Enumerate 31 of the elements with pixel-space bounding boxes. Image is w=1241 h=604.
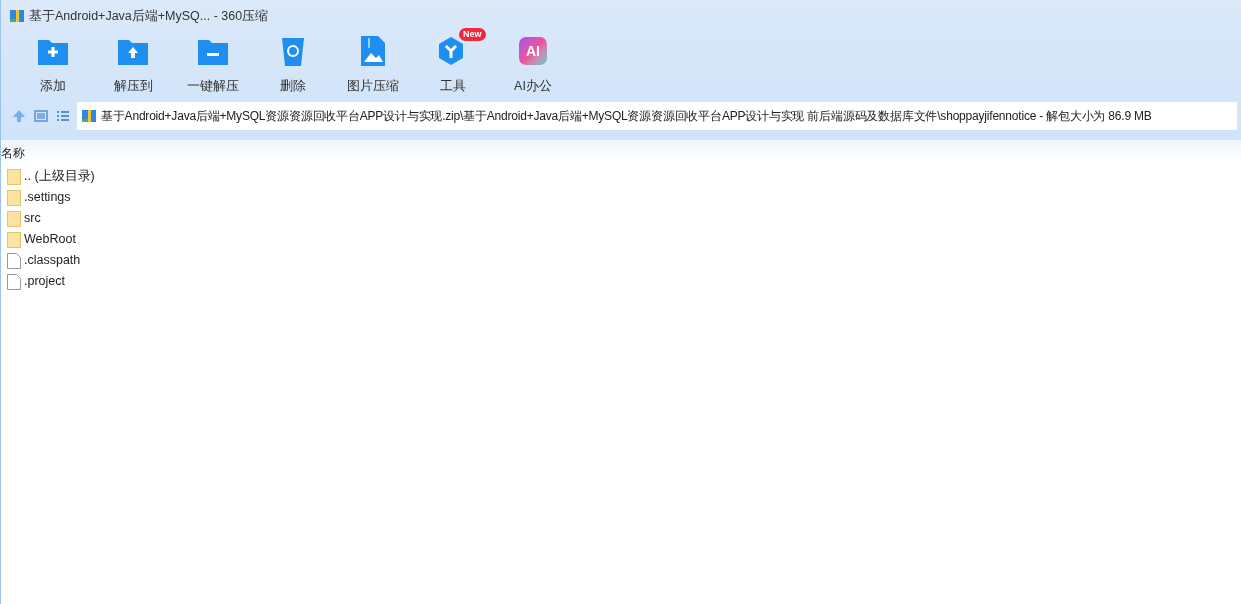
column-header[interactable]: 名称 (1, 144, 25, 162)
file-row[interactable]: .project (7, 271, 207, 292)
toolbar-button[interactable]: AI AI办公 (493, 32, 573, 96)
folder-icon (7, 189, 21, 206)
recycle-bin-icon (280, 35, 306, 67)
image-file-icon (360, 35, 386, 67)
toolbar-button[interactable]: 解压到 (93, 32, 173, 96)
file-row[interactable]: WebRoot (7, 229, 207, 250)
file-icon (7, 252, 21, 269)
folder-icon (7, 168, 21, 185)
address-bar[interactable]: 基于Android+Java后端+MySQL资源资源回收平台APP设计与实现.zip\基于Android+Java后端+MySQL资源资源回收平台APP设计与实现 前后端源码及数据库文件\shoppayjifennotice - 解包大小为 86.9 MB (77, 102, 1237, 130)
up-arrow-icon[interactable] (11, 108, 27, 124)
archive-path: 基于Android+Java后端+MySQL资源资源回收平台APP设计与实现.zip\基于Android+Java后端+MySQL资源资源回收平台APP设计与实现 前后端源码及数据库文件\shoppayjifennotice - 解包大小为 86.9 MB (101, 108, 1152, 125)
list-view-icon[interactable] (55, 108, 71, 124)
file-row[interactable]: .. (上级目录) (7, 166, 207, 187)
file-row[interactable]: .settings (7, 187, 207, 208)
folder-icon (7, 210, 21, 227)
toolbar-button[interactable]: 添加 (13, 32, 93, 96)
file-row[interactable]: .classpath (7, 250, 207, 271)
window-title: 基于Android+Java后端+MySQ... - 360压缩 (29, 7, 269, 25)
file-row[interactable]: src (7, 208, 207, 229)
toolbar-button[interactable]: 删除 (253, 32, 333, 96)
toolbar-button[interactable]: 图片压缩 (333, 32, 413, 96)
file-icon (7, 273, 21, 290)
new-badge: New (459, 28, 486, 41)
toolbar-button[interactable]: 一键解压 (173, 32, 253, 96)
archive-icon (81, 108, 97, 124)
thumbnail-view-icon[interactable] (33, 108, 49, 124)
ai-logo-icon: AI (519, 37, 547, 65)
archive-app-icon (9, 8, 25, 24)
folder-icon (7, 231, 21, 248)
